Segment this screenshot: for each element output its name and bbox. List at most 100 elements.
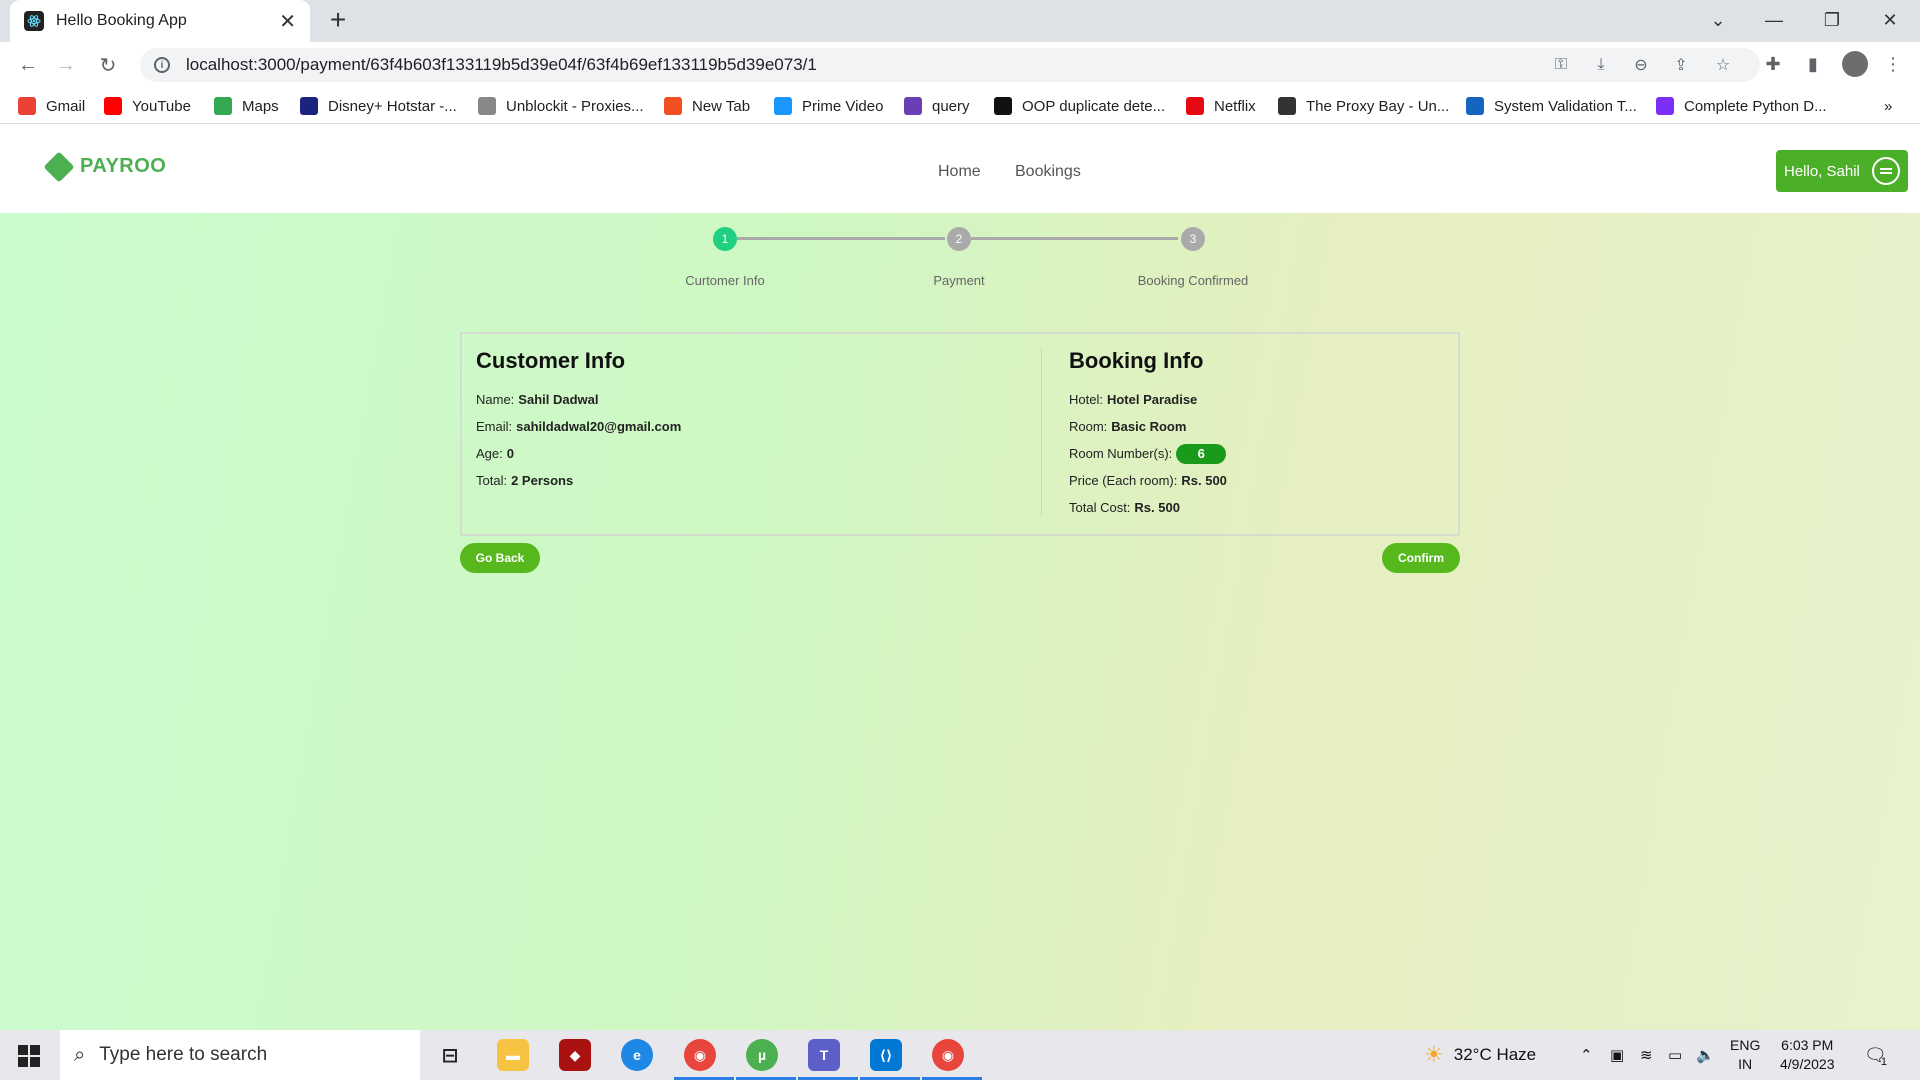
- room-label: Room:: [1069, 419, 1108, 434]
- side-panel-icon[interactable]: ▮: [1800, 51, 1826, 77]
- file-explorer-icon[interactable]: ▬: [497, 1039, 529, 1071]
- price-label: Price (Each room):: [1069, 473, 1178, 488]
- room-number-badge: 6: [1176, 443, 1227, 464]
- bookmark-star-icon[interactable]: ☆: [1712, 54, 1734, 76]
- bookmark-label: Disney+ Hotstar -...: [328, 97, 457, 115]
- go-back-button[interactable]: Go Back: [460, 543, 540, 573]
- user-greeting: Hello, Sahil: [1784, 162, 1860, 180]
- zoom-icon[interactable]: ⊖: [1630, 54, 1652, 76]
- close-tab-icon[interactable]: ✕: [279, 9, 296, 34]
- new-tab-button[interactable]: +: [324, 6, 352, 34]
- taskbar-search[interactable]: ⌕ Type here to search: [60, 1030, 420, 1080]
- bookmark-7[interactable]: query: [904, 95, 970, 117]
- bookmark-8[interactable]: OOP duplicate dete...: [994, 95, 1165, 117]
- page-body: PAYROO Home Bookings Hello, Sahil 1 2 3 …: [0, 125, 1920, 1030]
- price-row: Price (Each room): Rs. 500: [1069, 467, 1227, 494]
- booking-info-section: Booking Info Hotel: Hotel Paradise Room: B…: [1069, 348, 1227, 521]
- maps-icon: [214, 97, 232, 115]
- volume-icon[interactable]: 🔈: [1696, 1030, 1715, 1080]
- bookmark-10[interactable]: The Proxy Bay - Un...: [1278, 95, 1449, 117]
- hotel-name: Hotel Paradise: [1106, 392, 1198, 407]
- stepper-line-1: [737, 237, 945, 240]
- email-label: Email:: [476, 419, 513, 434]
- app-navbar: PAYROO Home Bookings Hello, Sahil: [0, 125, 1920, 213]
- bookmark-5[interactable]: New Tab: [664, 95, 750, 117]
- utorrent-icon[interactable]: µ: [746, 1039, 778, 1071]
- logo-text: PAYROO: [80, 155, 167, 177]
- meet-icon[interactable]: ▣: [1610, 1030, 1624, 1080]
- menu-kebab-icon[interactable]: ⋮: [1880, 51, 1906, 77]
- confirm-button[interactable]: Confirm: [1382, 543, 1460, 573]
- prime-icon: [774, 97, 792, 115]
- back-arrow-icon[interactable]: ←: [14, 51, 42, 79]
- tab-search-chevron-icon[interactable]: ⌄: [1690, 0, 1746, 40]
- bookmark-9[interactable]: Netflix: [1186, 95, 1256, 117]
- windows-icon: [664, 97, 682, 115]
- udemy-icon: [1656, 97, 1674, 115]
- battery-icon[interactable]: ▭: [1668, 1030, 1682, 1080]
- query-icon: [904, 97, 922, 115]
- customer-total-row: Total: 2 Persons: [476, 467, 681, 494]
- bookmark-1[interactable]: YouTube: [104, 95, 191, 117]
- forward-arrow-icon[interactable]: →: [52, 51, 80, 79]
- vscode-icon[interactable]: ⟨⟩: [870, 1039, 902, 1071]
- tray-chevron-icon[interactable]: ⌃: [1580, 1030, 1593, 1080]
- language-indicator[interactable]: ENG IN: [1730, 1030, 1760, 1080]
- bookmark-3[interactable]: Disney+ Hotstar -...: [300, 95, 457, 117]
- customer-info-heading: Customer Info: [476, 348, 626, 373]
- url-text[interactable]: localhost:3000/payment/63f4b603f133119b5…: [186, 55, 817, 75]
- lang-region: IN: [1738, 1056, 1753, 1072]
- bookmark-6[interactable]: Prime Video: [774, 95, 883, 117]
- bookmark-2[interactable]: Maps: [214, 95, 279, 117]
- nav-bookings-link[interactable]: Bookings: [1015, 163, 1081, 181]
- edge-icon[interactable]: e: [621, 1039, 653, 1071]
- extensions-icon[interactable]: ✚: [1760, 51, 1786, 77]
- address-bar[interactable]: i localhost:3000/payment/63f4b603f133119…: [140, 48, 1760, 82]
- unblockit-icon: [478, 97, 496, 115]
- step-3-label: Booking Confirmed: [1137, 273, 1249, 288]
- bookmark-12[interactable]: Complete Python D...: [1656, 95, 1827, 117]
- bookmarks-bar: Gmail YouTube Maps Disney+ Hotstar -... Unbl…: [0, 88, 1920, 124]
- bookmark-4[interactable]: Unblockit - Proxies...: [478, 95, 644, 117]
- windows-taskbar: ⌕ Type here to search ⊟ ▬ ◆ e ◉ µ T ⟨⟩ ◉…: [0, 1030, 1920, 1080]
- bookmark-label: Gmail: [46, 97, 86, 115]
- chrome-profile-icon[interactable]: ◉: [684, 1039, 716, 1071]
- site-info-icon[interactable]: i: [154, 57, 170, 73]
- minimize-button[interactable]: —: [1746, 0, 1802, 40]
- nav-home-link[interactable]: Home: [938, 163, 981, 181]
- booking-info-heading: Booking Info: [1069, 348, 1204, 373]
- customer-email-row: Email: sahildadwal20@gmail.com: [476, 413, 681, 440]
- weather-widget[interactable]: ☀ 32°C Haze: [1424, 1030, 1536, 1080]
- payroo-logo[interactable]: PAYROO: [43, 150, 167, 183]
- step-2-dot: 2: [947, 227, 971, 251]
- age-label: Age:: [476, 446, 503, 461]
- hotel-label: Hotel:: [1069, 392, 1103, 407]
- game-app-icon[interactable]: ◆: [559, 1039, 591, 1071]
- clock[interactable]: 6:03 PM 4/9/2023: [1780, 1030, 1835, 1080]
- bookmark-0[interactable]: Gmail: [18, 95, 85, 117]
- netflix-icon: [1186, 97, 1204, 115]
- wifi-icon[interactable]: ≋: [1640, 1030, 1653, 1080]
- chrome-icon[interactable]: ◉: [932, 1039, 964, 1071]
- close-window-button[interactable]: ✕: [1862, 0, 1918, 40]
- windows-start-icon[interactable]: [18, 1045, 40, 1067]
- room-numbers-label: Room Number(s):: [1069, 446, 1173, 461]
- key-icon[interactable]: ⚿: [1550, 54, 1572, 76]
- browser-tab[interactable]: Hello Booking App ✕: [10, 0, 310, 42]
- bookmark-11[interactable]: System Validation T...: [1466, 95, 1637, 117]
- install-icon[interactable]: ⤓: [1590, 54, 1612, 76]
- share-icon[interactable]: ⇪: [1670, 54, 1692, 76]
- task-view-icon[interactable]: ⊟: [434, 1039, 466, 1071]
- tab-title: Hello Booking App: [56, 12, 187, 29]
- customer-total: 2 Persons: [511, 473, 574, 488]
- notifications-icon[interactable]: 🗨 1: [1864, 1030, 1887, 1080]
- teams-icon[interactable]: T: [808, 1039, 840, 1071]
- restore-button[interactable]: ❐: [1804, 0, 1860, 40]
- logo-mark-icon: [43, 150, 75, 183]
- bookmark-label: The Proxy Bay - Un...: [1306, 97, 1450, 115]
- total-cost-row: Total Cost: Rs. 500: [1069, 494, 1227, 521]
- user-menu-button[interactable]: Hello, Sahil: [1776, 150, 1908, 192]
- reload-icon[interactable]: ↻: [94, 51, 122, 79]
- bookmarks-overflow-icon[interactable]: »: [1884, 95, 1892, 117]
- profile-avatar[interactable]: [1842, 51, 1868, 77]
